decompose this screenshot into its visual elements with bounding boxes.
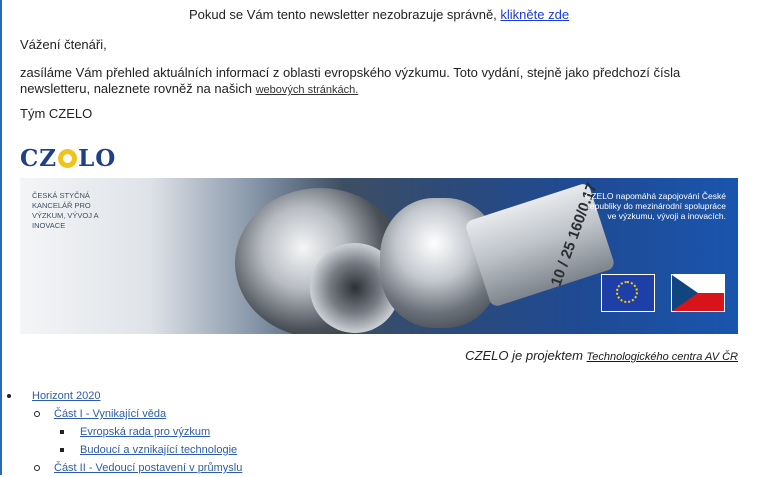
- banner-tagline: CZELO napomáhá zapojování České republik…: [585, 191, 726, 221]
- view-online-link[interactable]: klikněte zde: [500, 7, 569, 22]
- czelo-logo: CZ LO: [20, 144, 738, 172]
- website-link[interactable]: webových stránkách.: [256, 84, 359, 96]
- toc-link-part-2[interactable]: Část II - Vedoucí postavení v průmyslu: [54, 462, 242, 474]
- toc-item: Část I - Vynikající věda: [6, 405, 242, 423]
- toc-item: Horizont 2020: [6, 387, 242, 405]
- banner-caption: ČESKÁ STYČNÁ KANCELÁŘ PRO VÝZKUM, VÝVOJ …: [32, 191, 99, 230]
- toc-item: Budoucí a vznikající technologie: [6, 441, 242, 459]
- newsletter-page: Pokud se Vám tento newsletter nezobrazuj…: [0, 0, 760, 475]
- signature: Tým CZELO: [20, 106, 93, 121]
- microscope-banner: 10 / 25 160/0.17 ČESKÁ STYČNÁ KANCELÁŘ P…: [20, 178, 738, 334]
- greeting: Vážení čtenáři,: [20, 37, 107, 52]
- table-of-contents: Horizont 2020 Část I - Vynikající věda E…: [6, 387, 242, 477]
- toc-item: Evropská rada pro výzkum: [6, 423, 242, 441]
- toc-link-fet[interactable]: Budoucí a vznikající technologie: [80, 444, 237, 456]
- gear-icon: [58, 148, 78, 168]
- project-text: CZELO je projektem: [465, 348, 583, 363]
- toc-link-erc[interactable]: Evropská rada pro výzkum: [80, 426, 210, 438]
- eu-flag-icon: [601, 274, 655, 312]
- tech-centre-link[interactable]: Technologického centra AV ČR: [587, 351, 738, 363]
- toc-link-horizont-2020[interactable]: Horizont 2020: [32, 390, 101, 402]
- display-notice-text: Pokud se Vám tento newsletter nezobrazuj…: [188, 7, 497, 22]
- toc-item: Část II - Vedoucí postavení v průmyslu: [6, 459, 242, 477]
- left-border: [0, 0, 2, 475]
- project-credit: CZELO je projektem Technologického centr…: [20, 348, 738, 363]
- logo-text-right: LO: [78, 144, 117, 172]
- display-notice: Pokud se Vám tento newsletter nezobrazuj…: [20, 7, 738, 22]
- newsletter-content: Pokud se Vám tento newsletter nezobrazuj…: [20, 0, 738, 363]
- intro-paragraph: zasíláme Vám přehled aktuálních informac…: [20, 65, 738, 98]
- czech-flag-icon: [671, 274, 725, 312]
- logo-text-left: CZ: [20, 144, 58, 172]
- toc-link-part-1[interactable]: Část I - Vynikající věda: [54, 408, 166, 420]
